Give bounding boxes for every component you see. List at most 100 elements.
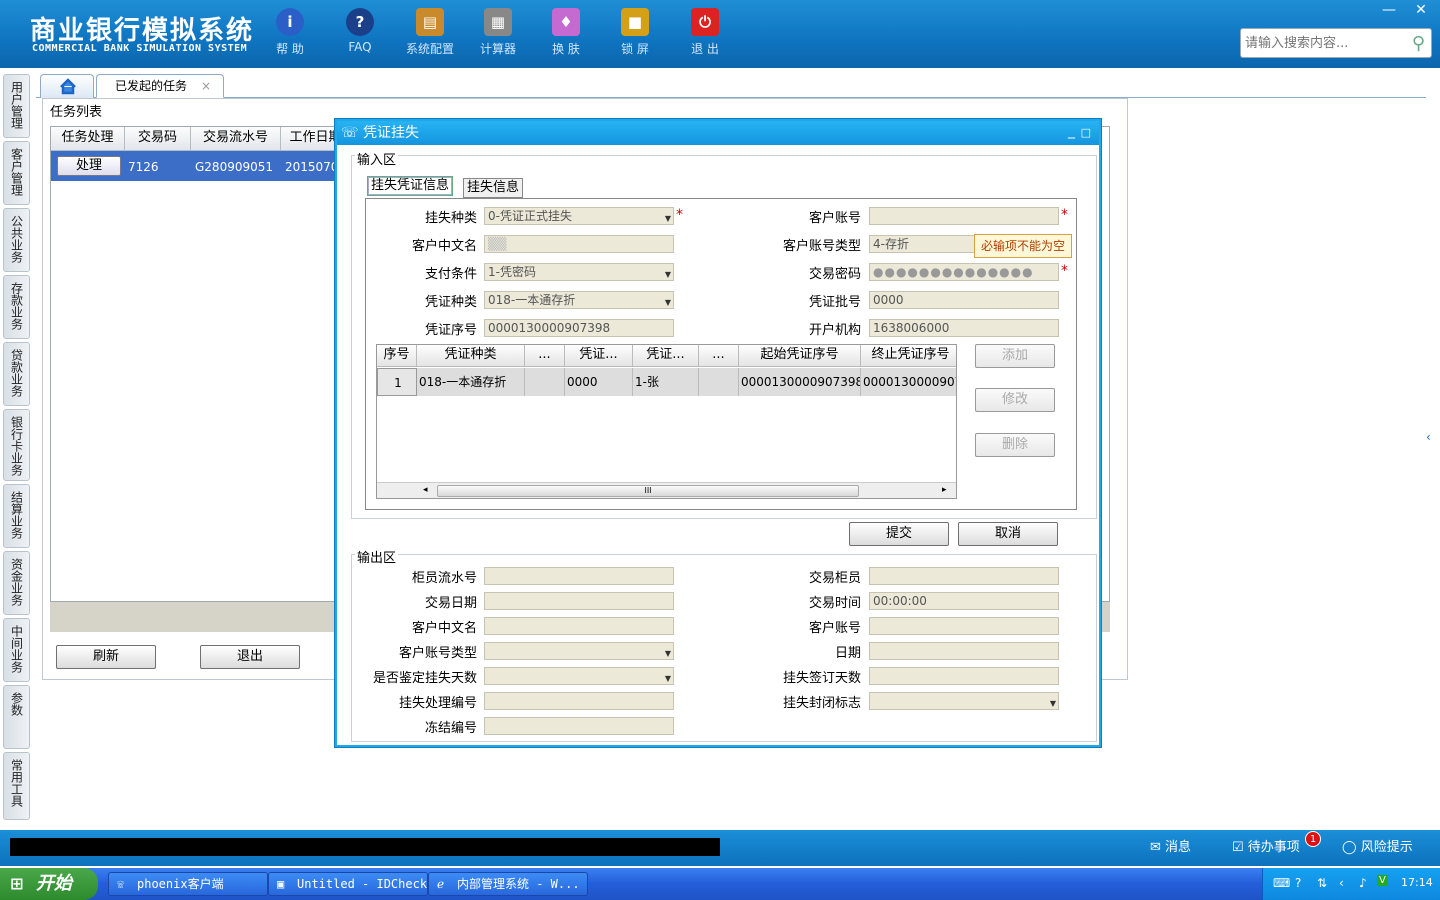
input-section-title: 输入区 xyxy=(355,149,399,168)
sidebar-item-deposit[interactable]: 存款业务 xyxy=(3,275,30,339)
dialog-maximize-icon[interactable]: □ xyxy=(1081,121,1091,145)
delete-button[interactable]: 删除 xyxy=(975,433,1055,457)
grid-cell[interactable]: 1 xyxy=(377,368,417,396)
sidebar-item-user-mgmt[interactable]: 用户管理 xyxy=(3,74,30,138)
password-field[interactable]: ●●●●●●●●●●●●●● xyxy=(869,263,1059,281)
grid-header[interactable]: ... xyxy=(525,345,565,367)
process-button[interactable]: 处理 xyxy=(57,156,121,176)
grid-header[interactable]: 终止凭证序号 xyxy=(861,345,956,367)
keyboard-icon[interactable]: ⌨ xyxy=(1273,876,1290,890)
sidebar-item-settlement[interactable]: 结算业务 xyxy=(3,484,30,548)
chevron-down-icon[interactable]: ▼ xyxy=(665,646,671,659)
exit-list-button[interactable]: 退出 xyxy=(200,645,300,669)
todo-button[interactable]: ☑ 待办事项 xyxy=(1232,838,1300,858)
faq-button[interactable]: ? FAQ xyxy=(330,8,390,54)
grid-header[interactable]: ... xyxy=(699,345,739,367)
horizontal-scrollbar[interactable]: ◂ III ▸ xyxy=(377,482,956,498)
sidebar-item-funds[interactable]: 资金业务 xyxy=(3,551,30,615)
scroll-right-icon[interactable]: ▸ xyxy=(942,485,947,495)
collapse-arrow-icon[interactable]: ‹ xyxy=(1426,430,1431,444)
customer-name-field[interactable]: ▒▒ xyxy=(484,235,674,253)
grid-cell[interactable]: 0000130000907398 xyxy=(861,368,956,396)
grid-cell[interactable]: 0000 xyxy=(565,368,633,396)
chevron-down-icon[interactable]: ▼ xyxy=(665,295,671,308)
verify-days-output[interactable]: ▼ xyxy=(484,667,674,685)
sidebar-item-loan[interactable]: 贷款业务 xyxy=(3,342,30,406)
grid-header[interactable]: 凭证种类 xyxy=(417,345,525,367)
grid-cell[interactable]: 1-张 xyxy=(633,368,699,396)
app-tray-icon[interactable]: V xyxy=(1377,875,1388,886)
close-flag-output[interactable]: ▼ xyxy=(869,692,1059,710)
checkbox-icon: ☑ xyxy=(1232,840,1248,855)
dialog-titlebar[interactable]: ☏ 凭证挂失 _ □ xyxy=(337,121,1099,145)
start-button[interactable]: ⊞ 开始 xyxy=(0,868,98,900)
grid-header[interactable]: 凭证... xyxy=(633,345,699,367)
expand-tray-icon[interactable]: ‹ xyxy=(1339,876,1344,890)
grid-cell[interactable]: 018-一本通存折 xyxy=(417,368,525,396)
freeze-no-output xyxy=(484,717,674,735)
sidebar-item-params[interactable]: 参数 xyxy=(3,685,30,749)
scroll-left-icon[interactable]: ◂ xyxy=(423,485,428,495)
close-tab-icon[interactable]: × xyxy=(201,75,211,97)
taskbar-item-browser[interactable]: ℯ 内部管理系统 - W... xyxy=(428,872,588,896)
cancel-button[interactable]: 取消 xyxy=(958,522,1058,546)
field-label: 日期 xyxy=(834,646,861,661)
dialog-minimize-icon[interactable]: _ xyxy=(1068,119,1075,143)
voucher-batch-field[interactable]: 0000 xyxy=(869,291,1059,309)
tab-loss-info[interactable]: 挂失信息 xyxy=(463,178,524,198)
chevron-down-icon[interactable]: ▼ xyxy=(1050,696,1056,709)
minimize-button[interactable]: — xyxy=(1374,0,1404,20)
search-icon[interactable]: ⚲ xyxy=(1412,33,1425,54)
chevron-down-icon[interactable]: ▼ xyxy=(665,267,671,280)
chevron-down-icon[interactable]: ▼ xyxy=(665,671,671,684)
sidebar-item-tools[interactable]: 常用工具 xyxy=(3,752,30,820)
taskbar-item-phoenix[interactable]: ☏ phoenix客户端 xyxy=(108,872,268,896)
settings-button[interactable]: ▤ 系统配置 xyxy=(400,8,460,57)
risk-button[interactable]: ◯ 风险提示 xyxy=(1342,838,1413,858)
branch-field[interactable]: 1638006000 xyxy=(869,319,1059,337)
tab-voucher-info[interactable]: 挂失凭证信息 xyxy=(367,176,454,196)
submit-button[interactable]: 提交 xyxy=(849,522,949,546)
grid-header[interactable]: 起始凭证序号 xyxy=(739,345,861,367)
messages-button[interactable]: ✉ 消息 xyxy=(1150,838,1191,858)
sidebar-item-customer-mgmt[interactable]: 客户管理 xyxy=(3,141,30,205)
grid-header[interactable]: 序号 xyxy=(377,345,417,367)
taskbar-item-idcheck[interactable]: ▣ Untitled - IDCheck xyxy=(268,872,428,896)
column-header[interactable]: 任务处理 xyxy=(51,127,125,151)
help-button[interactable]: i 帮 助 xyxy=(260,8,320,57)
help-tray-icon[interactable]: ? xyxy=(1295,876,1301,890)
payment-condition-select[interactable]: 1-凭密码 ▼ xyxy=(484,263,674,281)
sidebar-item-card[interactable]: 银行卡业务 xyxy=(3,409,30,481)
skin-button[interactable]: ♦ 换 肤 xyxy=(536,8,596,57)
sidebar-item-intermediary[interactable]: 中间业务 xyxy=(3,618,30,682)
refresh-button[interactable]: 刷新 xyxy=(56,645,156,669)
search-input[interactable] xyxy=(1241,29,1401,57)
voucher-type-select[interactable]: 018-一本通存折 ▼ xyxy=(484,291,674,309)
customer-account-field[interactable] xyxy=(869,207,1059,225)
grid-cell[interactable] xyxy=(699,368,739,396)
tab-initiated-tasks[interactable]: 已发起的任务 × xyxy=(96,74,224,98)
loss-type-select[interactable]: 0-凭证正式挂失 ▼ xyxy=(484,207,674,225)
grid-cell[interactable] xyxy=(525,368,565,396)
exit-button[interactable]: ⏻ 退 出 xyxy=(675,8,735,57)
add-button[interactable]: 添加 xyxy=(975,344,1055,368)
network-icon[interactable]: ⇅ xyxy=(1317,876,1327,890)
voucher-serial-field[interactable]: 0000130000907398 xyxy=(484,319,674,337)
grid-header[interactable]: 凭证... xyxy=(565,345,633,367)
sidebar-item-public[interactable]: 公共业务 xyxy=(3,208,30,272)
column-header[interactable]: 交易码 xyxy=(125,127,191,151)
scrollbar-thumb[interactable]: III xyxy=(437,485,859,497)
field-label: 挂失处理编号 xyxy=(398,696,477,711)
tab-home[interactable] xyxy=(40,74,94,98)
grid-cell[interactable]: 0000130000907398 xyxy=(739,368,861,396)
modify-button[interactable]: 修改 xyxy=(975,388,1055,412)
date-cell: 2015070 xyxy=(285,160,339,174)
required-marker-icon: * xyxy=(1061,263,1068,279)
calculator-button[interactable]: ▦ 计算器 xyxy=(468,8,528,57)
volume-icon[interactable]: ♪ xyxy=(1359,876,1367,890)
column-header[interactable]: 交易流水号 xyxy=(191,127,281,151)
account-type-output[interactable]: ▼ xyxy=(484,642,674,660)
close-button[interactable]: ✕ xyxy=(1406,0,1436,20)
lock-button[interactable]: ■ 锁 屏 xyxy=(605,8,665,57)
chevron-down-icon[interactable]: ▼ xyxy=(665,211,671,224)
